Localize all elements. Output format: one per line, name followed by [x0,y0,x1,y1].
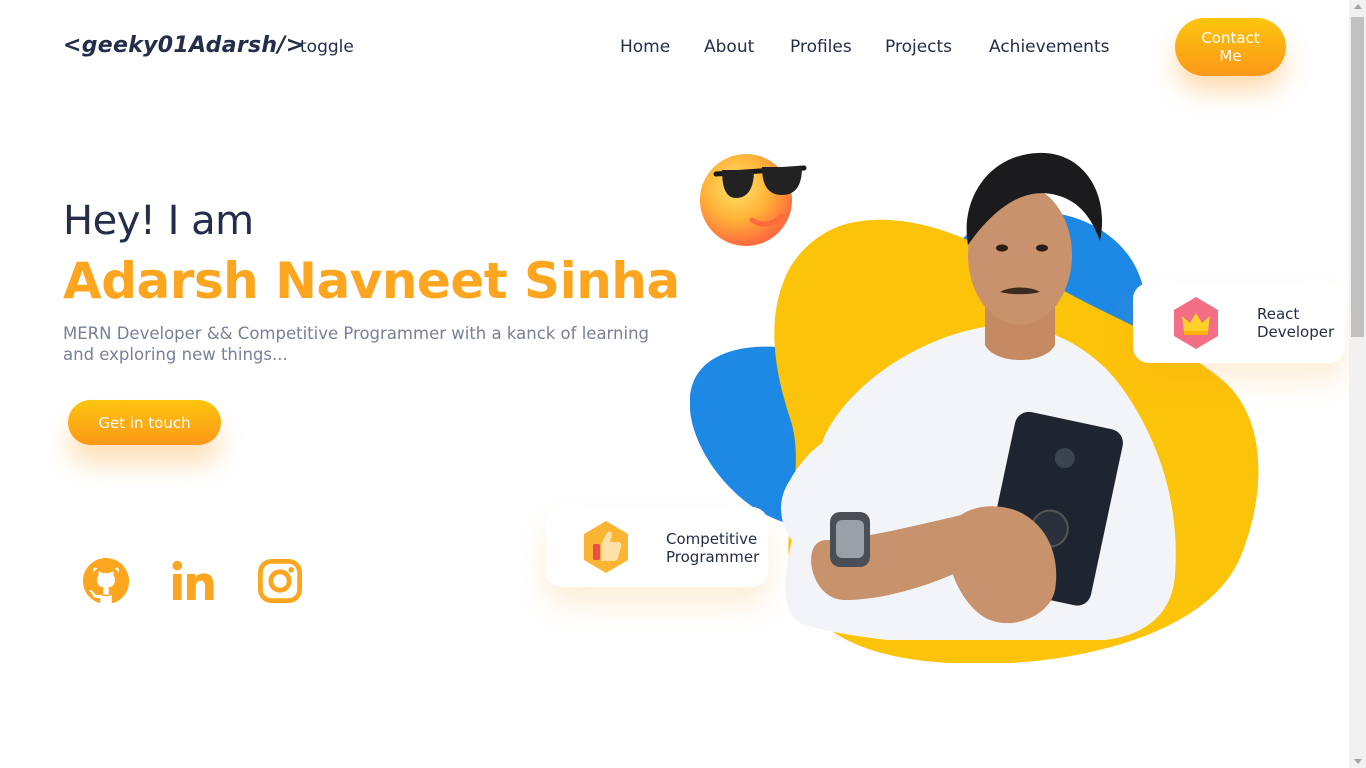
site-logo[interactable]: <geeky01Adarsh/> [63,33,304,58]
nav-link-projects[interactable]: Projects [885,37,952,57]
hero-description: MERN Developer && Competitive Programmer… [63,324,650,364]
theme-toggle[interactable]: toggle [300,37,354,57]
react-developer-badge: React Developer [1133,283,1345,363]
vertical-scrollbar[interactable] [1349,0,1366,768]
cp-badge-line1: Competitive [666,530,758,548]
crown-icon [1174,297,1218,349]
github-icon[interactable] [82,556,130,606]
react-badge-line2: Developer [1257,323,1335,341]
nav-link-profiles[interactable]: Profiles [790,37,852,57]
scrollbar-thumb[interactable] [1351,17,1364,337]
scroll-up-arrow-icon[interactable] [1354,4,1362,9]
competitive-programmer-badge: Competitive Programmer [546,507,768,587]
instagram-icon[interactable] [256,556,304,606]
hero-greeting: Hey! I am [63,198,254,244]
hero-name: Adarsh Navneet Sinha [63,252,680,310]
sunglasses-emoji-icon [700,154,807,246]
contact-button-label: Contact Me [1201,29,1260,65]
page: <geeky01Adarsh/> toggle Home About Profi… [0,0,1349,768]
cp-badge-line2: Programmer [666,548,760,566]
nav-link-achievements[interactable]: Achievements [989,37,1109,57]
get-in-touch-button[interactable]: Get in touch [68,400,221,445]
linkedin-icon[interactable] [169,556,217,606]
nav-link-about[interactable]: About [704,37,754,57]
nav-link-home[interactable]: Home [620,37,670,57]
scroll-down-arrow-icon[interactable] [1354,759,1362,764]
get-in-touch-label: Get in touch [98,413,191,432]
thumbs-up-icon [584,521,628,573]
contact-button[interactable]: Contact Me [1175,18,1286,76]
react-badge-line1: React [1257,305,1300,323]
